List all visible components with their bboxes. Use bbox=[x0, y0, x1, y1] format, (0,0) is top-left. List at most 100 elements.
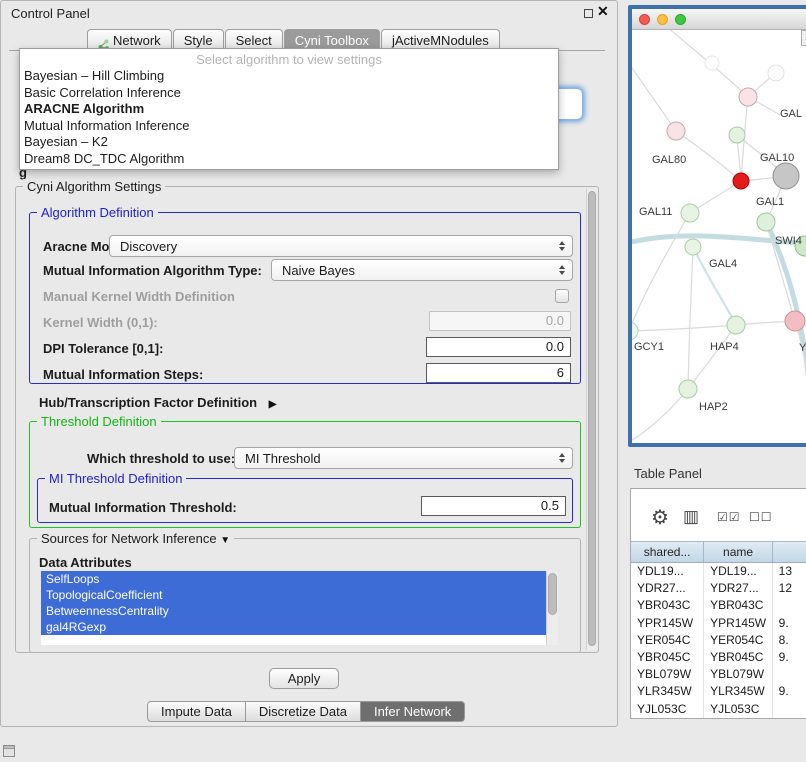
network-node[interactable] bbox=[685, 239, 701, 255]
mi-threshold-group-title: MI Threshold Definition bbox=[45, 471, 186, 486]
table-panel-title: Table Panel bbox=[634, 466, 702, 481]
network-edge[interactable] bbox=[632, 325, 736, 331]
network-node-label: HAP4 bbox=[710, 341, 739, 353]
attribute-item-selected[interactable]: gal4RGexp bbox=[41, 619, 546, 635]
table-panel-window: ⚙ ▥ ☑☑ ☐☐ shared... name YDL19...YDL19..… bbox=[630, 488, 806, 719]
network-edge[interactable] bbox=[688, 325, 736, 389]
sources-group-title: Sources for Network Inference bbox=[41, 531, 217, 546]
attribute-item-selected[interactable]: TopologicalCoefficient bbox=[41, 587, 546, 603]
table-header: shared... name bbox=[631, 541, 806, 563]
desktop: Control Panel ✕ Network Style Select Cyn… bbox=[0, 0, 806, 762]
algorithm-dropdown-popup: Select algorithm to view settings Bayesi… bbox=[19, 48, 559, 170]
mi-type-label: Mutual Information Algorithm Type: bbox=[43, 263, 262, 278]
table-row[interactable]: YER054CYER054C8. bbox=[631, 632, 806, 649]
network-node[interactable] bbox=[727, 316, 745, 334]
mi-type-value: Naive Bayes bbox=[282, 263, 355, 278]
dropdown-item[interactable]: Dream8 DC_TDC Algorithm bbox=[20, 151, 558, 168]
network-node-label: GAL11 bbox=[639, 206, 672, 218]
settings-scrollbar-thumb[interactable] bbox=[588, 191, 596, 646]
manual-kernel-checkbox[interactable] bbox=[555, 289, 569, 303]
mi-type-combo[interactable]: Naive Bayes bbox=[271, 259, 573, 281]
select-all-icon[interactable]: ☑☑ bbox=[717, 510, 741, 524]
network-node[interactable] bbox=[705, 56, 719, 70]
dropdown-item[interactable]: Mutual Information Inference bbox=[20, 118, 558, 135]
network-node[interactable] bbox=[681, 204, 699, 222]
aracne-mode-combo[interactable]: Discovery bbox=[109, 235, 573, 257]
network-node[interactable] bbox=[667, 122, 685, 140]
network-node[interactable] bbox=[729, 127, 745, 143]
table-row[interactable]: YLR345WYLR345W9. bbox=[631, 683, 806, 700]
network-node-label: GAL10 bbox=[760, 152, 794, 164]
combo-arrows-icon bbox=[559, 241, 565, 251]
apply-button[interactable]: Apply bbox=[269, 668, 339, 689]
column-header-name[interactable]: name bbox=[704, 542, 773, 562]
network-node-label: GAL80 bbox=[652, 154, 686, 166]
control-panel-window: Control Panel ✕ Network Style Select Cyn… bbox=[0, 0, 618, 727]
control-panel-title: Control Panel bbox=[11, 6, 90, 21]
settings-scrollbar[interactable] bbox=[586, 189, 597, 650]
network-canvas[interactable]: GAL80GAL10GAL1GAL11SWI4GAL4GCY1HAP4HAP2G… bbox=[632, 30, 806, 443]
dropdown-item[interactable]: Bayesian – Hill Climbing bbox=[20, 68, 558, 85]
table-row[interactable]: YJL053CYJL053C bbox=[631, 701, 806, 718]
network-edge[interactable] bbox=[688, 247, 693, 389]
hub-section-label: Hub/Transcription Factor Definition bbox=[39, 395, 257, 410]
dropdown-item-aracne[interactable]: ARACNE Algorithm bbox=[20, 101, 558, 118]
network-node-label: GCY1 bbox=[634, 341, 664, 353]
column-header-cut[interactable] bbox=[773, 542, 806, 562]
gear-icon[interactable]: ⚙ bbox=[651, 505, 669, 530]
network-node[interactable] bbox=[632, 322, 638, 340]
columns-icon[interactable]: ▥ bbox=[683, 507, 699, 527]
network-node[interactable] bbox=[757, 213, 775, 231]
close-traffic-light-icon[interactable] bbox=[639, 14, 650, 25]
column-header-shared-name[interactable]: shared... bbox=[631, 542, 704, 562]
collapsed-arrow-icon[interactable]: ▶ bbox=[269, 399, 277, 410]
table-row[interactable]: YPR145WYPR145W9. bbox=[631, 615, 806, 632]
dropdown-item[interactable]: Bayesian – K2 bbox=[20, 134, 558, 151]
which-threshold-label: Which threshold to use: bbox=[87, 451, 235, 466]
network-node[interactable] bbox=[785, 311, 805, 331]
sources-group-header[interactable]: Sources for Network Inference ▼ bbox=[37, 531, 234, 546]
mi-steps-field[interactable]: 6 bbox=[426, 363, 571, 383]
table-row[interactable]: YDL19...YDL19...13 bbox=[631, 563, 806, 580]
close-window-icon[interactable]: ✕ bbox=[597, 3, 609, 20]
float-window-icon[interactable] bbox=[584, 9, 593, 18]
minimized-panel-icon[interactable] bbox=[3, 745, 15, 757]
table-row[interactable]: YBR043CYBR043C bbox=[631, 597, 806, 614]
minimize-traffic-light-icon[interactable] bbox=[657, 14, 668, 25]
network-node[interactable] bbox=[739, 88, 757, 106]
attributes-scrollbar-thumb[interactable] bbox=[548, 573, 557, 615]
attributes-list-scrollbar[interactable] bbox=[546, 571, 558, 645]
expanded-arrow-icon[interactable]: ▼ bbox=[220, 535, 230, 546]
network-edge[interactable] bbox=[632, 213, 690, 331]
hub-section-header[interactable]: Hub/Transcription Factor Definition ▶ bbox=[39, 395, 276, 410]
attribute-item-selected[interactable]: SelfLoops bbox=[41, 571, 546, 587]
network-edge[interactable] bbox=[632, 68, 676, 131]
attribute-item-selected[interactable]: BetweennessCentrality bbox=[41, 603, 546, 619]
mi-threshold-field[interactable]: 0.5 bbox=[421, 496, 566, 516]
tab-infer-network[interactable]: Infer Network bbox=[361, 701, 465, 722]
network-node[interactable] bbox=[773, 163, 799, 189]
tab-discretize-data[interactable]: Discretize Data bbox=[246, 701, 361, 722]
table-body: YDL19...YDL19...13 YDR27...YDR27...12 YB… bbox=[631, 563, 806, 718]
network-node[interactable] bbox=[768, 65, 784, 81]
network-node[interactable] bbox=[733, 173, 749, 189]
network-node[interactable] bbox=[679, 380, 697, 398]
cyni-algorithm-settings-title: Cyni Algorithm Settings bbox=[23, 179, 165, 194]
network-scroll-up-button[interactable]: ▲ bbox=[801, 30, 806, 46]
table-toolbar: ⚙ ▥ ☑☑ ☐☐ bbox=[631, 489, 806, 541]
zoom-traffic-light-icon[interactable] bbox=[675, 14, 686, 25]
table-row[interactable]: YBL079WYBL079W bbox=[631, 666, 806, 683]
dpi-tolerance-label: DPI Tolerance [0,1]: bbox=[43, 341, 163, 356]
deselect-all-icon[interactable]: ☐☐ bbox=[749, 510, 773, 524]
dropdown-item[interactable]: Basic Correlation Inference bbox=[20, 85, 558, 102]
table-row[interactable]: YBR045CYBR045C9. bbox=[631, 649, 806, 666]
mi-threshold-label: Mutual Information Threshold: bbox=[49, 500, 237, 515]
table-row[interactable]: YDR27...YDR27...12 bbox=[631, 580, 806, 597]
network-node-label: SWI4 bbox=[775, 235, 802, 247]
network-edge[interactable] bbox=[632, 389, 688, 443]
tab-impute-data[interactable]: Impute Data bbox=[147, 701, 246, 722]
network-window-titlebar[interactable] bbox=[632, 9, 806, 30]
kernel-width-field[interactable]: 0.0 bbox=[429, 311, 571, 331]
dpi-tolerance-field[interactable]: 0.0 bbox=[426, 337, 571, 357]
which-threshold-combo[interactable]: MI Threshold bbox=[234, 447, 573, 469]
